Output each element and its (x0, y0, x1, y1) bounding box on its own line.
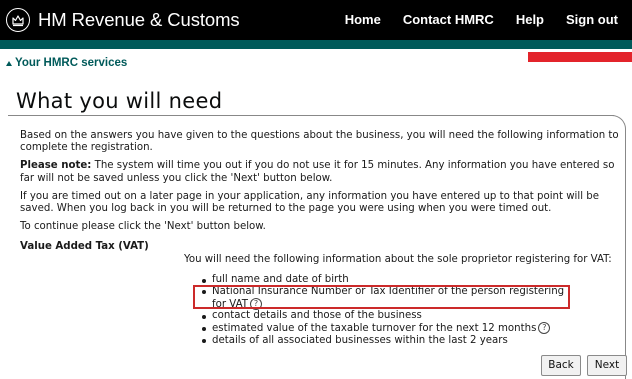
continue-paragraph: To continue please click the 'Next' butt… (20, 221, 266, 233)
list-item: estimated value of the taxable turnover … (200, 322, 580, 335)
list-item: details of all associated businesses wit… (200, 335, 580, 347)
list-item-text: details of all associated businesses wit… (212, 334, 508, 346)
note-paragraph: Please note: The system will time you ou… (20, 160, 620, 184)
intro-paragraph: Based on the answers you have given to t… (20, 130, 619, 154)
vat-intro: You will need the following information … (184, 254, 612, 265)
nav-sign-out[interactable]: Sign out (566, 12, 618, 27)
page-title: What you will need (16, 89, 223, 113)
royal-crest-icon (6, 8, 30, 32)
your-services-link[interactable]: Your HMRC services (6, 57, 127, 69)
list-item-text: estimated value of the taxable turnover … (212, 323, 537, 335)
back-button[interactable]: Back (541, 355, 581, 376)
nav-contact-hmrc[interactable]: Contact HMRC (403, 12, 494, 27)
teal-divider (0, 40, 632, 49)
brand-logo[interactable]: HM Revenue & Customs (6, 5, 240, 35)
next-button[interactable]: Next (587, 355, 627, 376)
site-header: HM Revenue & Customs Home Contact HMRC H… (0, 0, 632, 40)
nav-help[interactable]: Help (516, 12, 544, 27)
timeout-paragraph: If you are timed out on a later page in … (20, 190, 600, 215)
list-item: contact details and those of the busines… (200, 310, 580, 322)
highlight-annotation (193, 285, 570, 309)
triangle-up-icon (6, 60, 12, 66)
question-circle-icon[interactable]: ? (538, 322, 551, 335)
vat-heading: Value Added Tax (VAT) (20, 241, 149, 252)
accent-bar (528, 52, 632, 62)
instructions-block: Based on the answers you have given to t… (20, 130, 620, 239)
nav-home[interactable]: Home (345, 12, 381, 27)
list-item-text: contact details and those of the busines… (212, 310, 422, 322)
title-divider (8, 115, 614, 116)
note-text: The system will time you out if you do n… (20, 160, 615, 184)
top-navigation: Home Contact HMRC Help Sign out (345, 12, 618, 27)
your-services-label: Your HMRC services (15, 57, 128, 69)
list-item-text: full name and date of birth (212, 274, 349, 285)
brand-name: HM Revenue & Customs (38, 9, 240, 30)
note-label: Please note: (20, 160, 92, 172)
